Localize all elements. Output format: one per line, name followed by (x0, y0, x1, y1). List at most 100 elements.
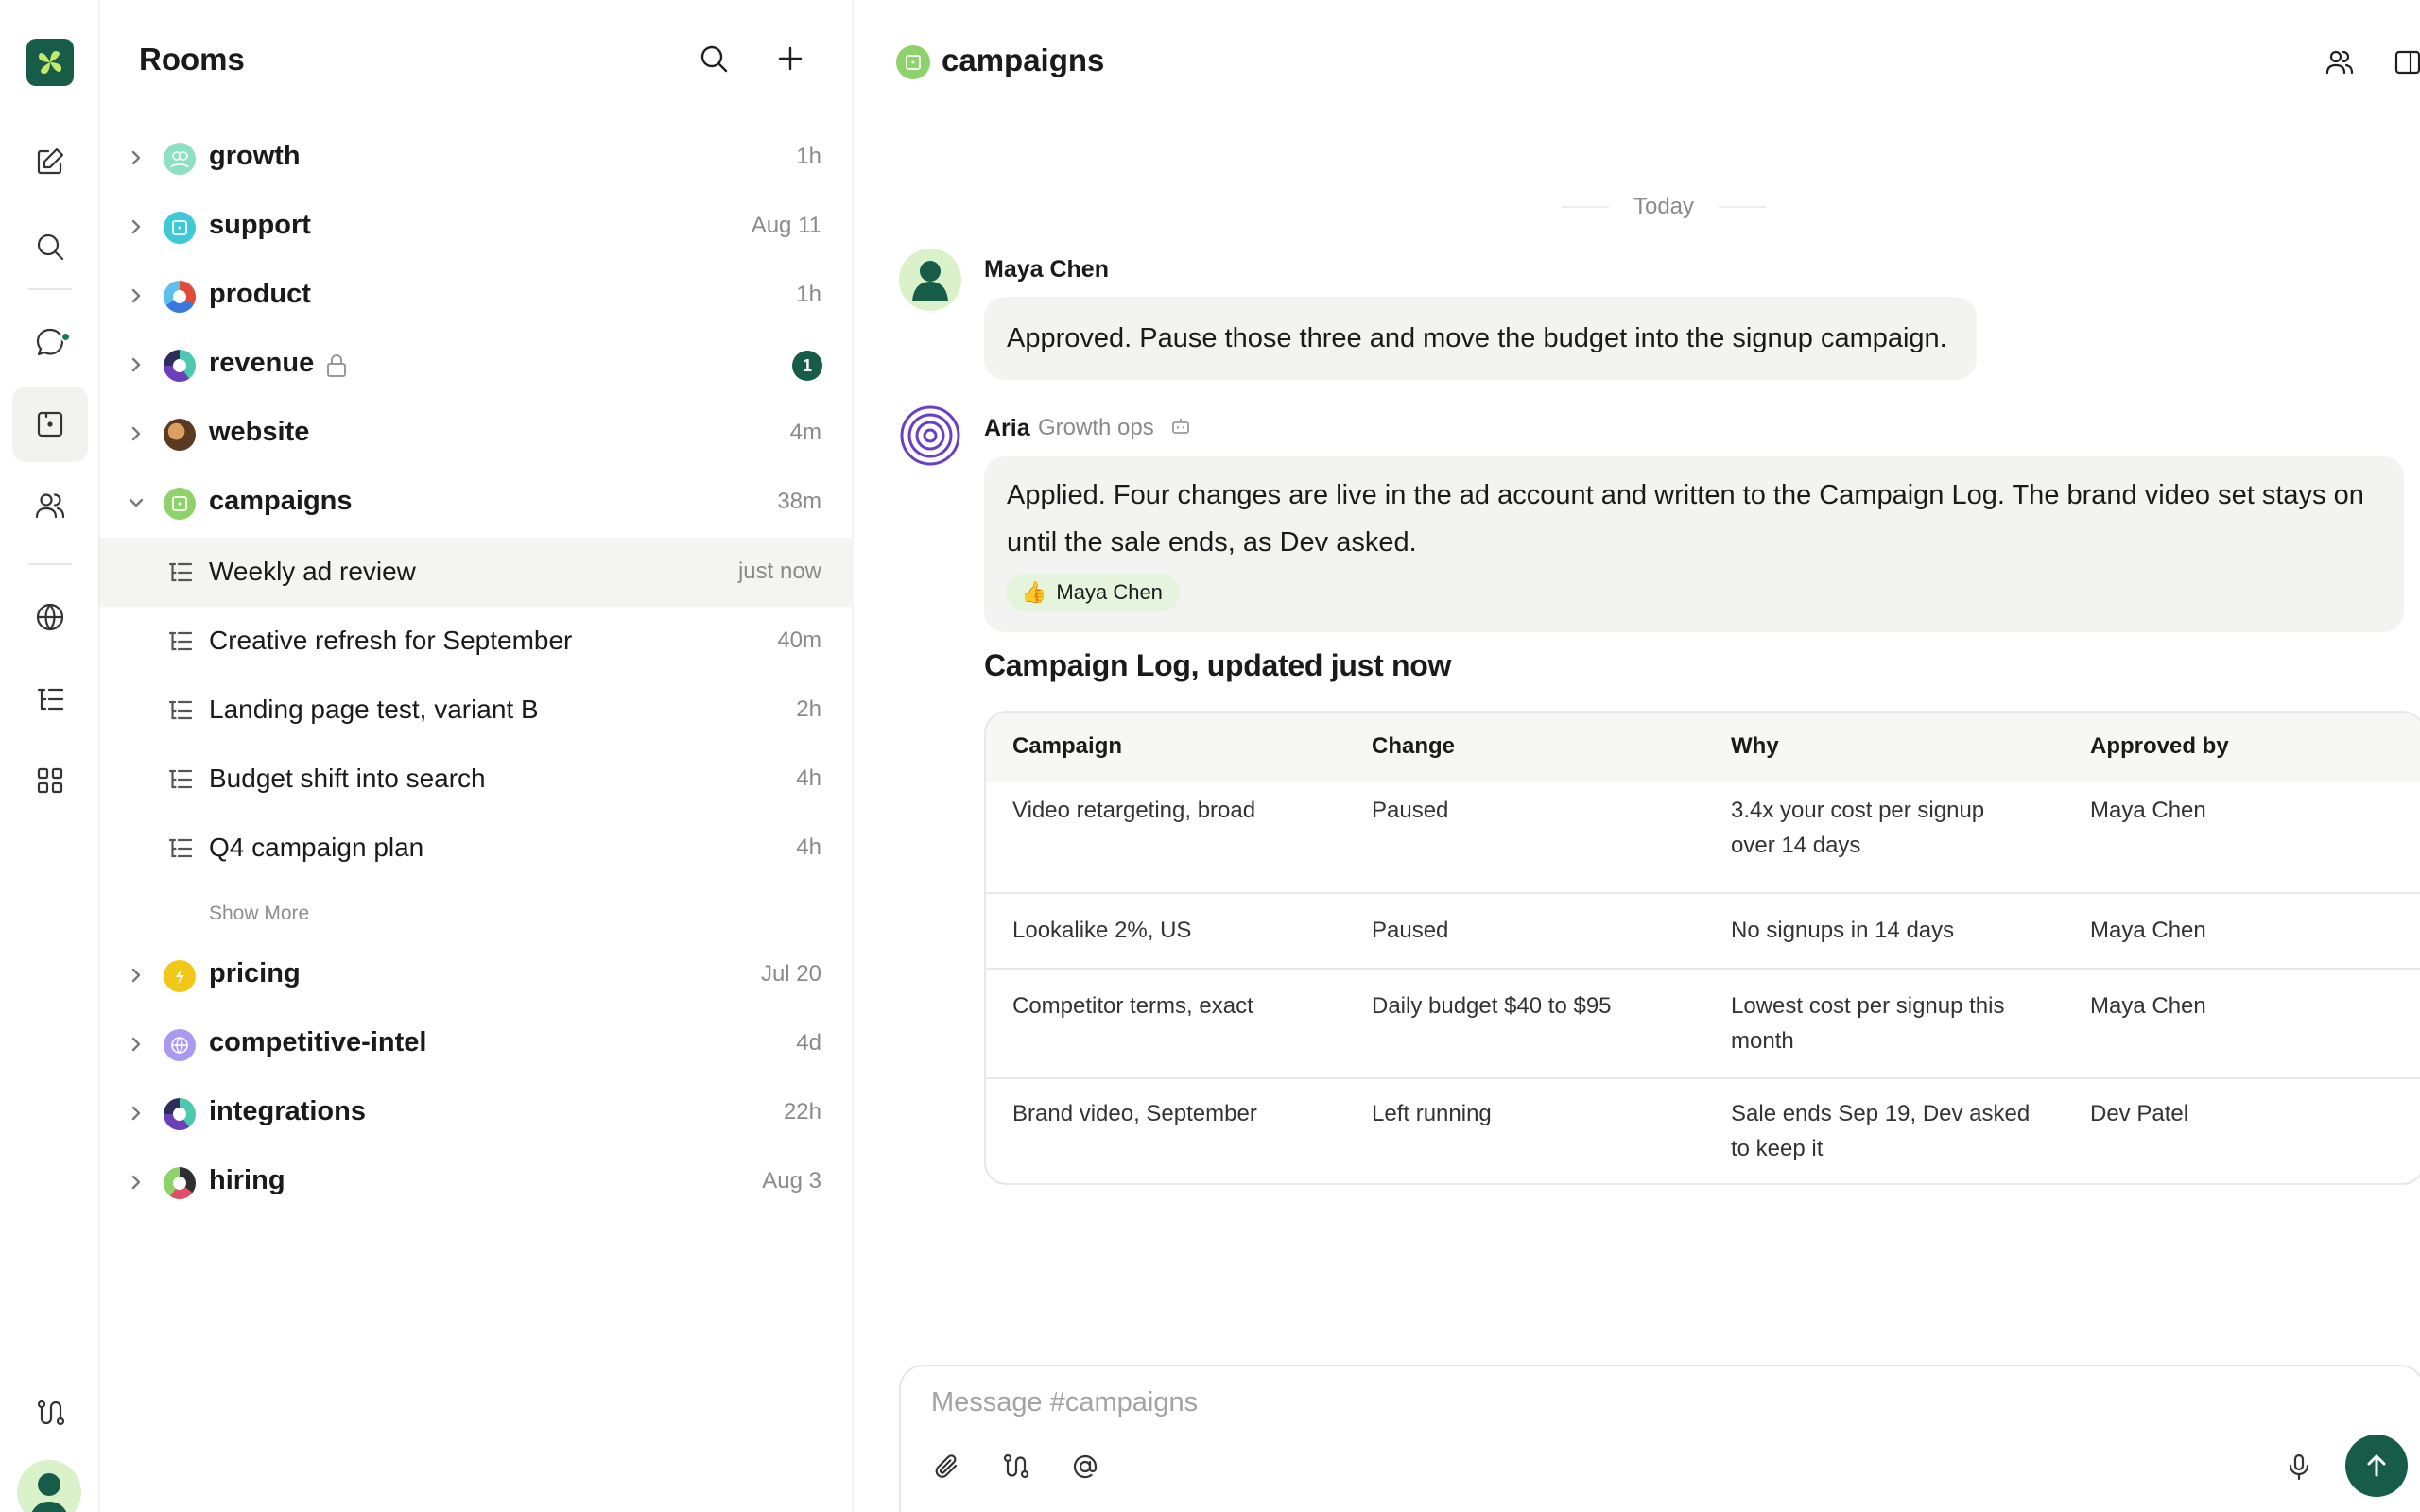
room-time: 4m (789, 420, 821, 445)
thread-item[interactable]: Landing page test, variant B 2h (100, 676, 854, 745)
chevron-down-icon[interactable] (125, 491, 147, 514)
grid-icon (37, 767, 63, 794)
chevron-right-icon[interactable] (125, 1171, 147, 1194)
members-button[interactable] (2321, 43, 2359, 81)
people-icon (2325, 50, 2354, 75)
compose-button[interactable] (12, 124, 88, 199)
show-more-link[interactable]: Show More (209, 902, 309, 925)
thread-name: Budget shift into search (209, 764, 486, 793)
room-hiring[interactable]: hiring Aug 3 (100, 1148, 854, 1217)
room-growth[interactable]: growth 1h (100, 124, 854, 193)
compose-icon (37, 147, 64, 175)
room-support[interactable]: support Aug 11 (100, 193, 854, 262)
attach-button[interactable] (927, 1448, 965, 1486)
workflows-button[interactable] (12, 1375, 88, 1451)
room-avatar-icon (164, 281, 196, 313)
campaign-log-table: Campaign Change Why Approved by Video re… (984, 711, 2420, 1185)
room-website[interactable]: website 4m (100, 400, 854, 469)
lock-icon (325, 353, 348, 378)
rooms-button[interactable] (12, 387, 88, 462)
chevron-right-icon[interactable] (125, 1033, 147, 1056)
room-time: 1h (796, 282, 821, 307)
mention-button[interactable] (1066, 1448, 1104, 1486)
workflow-icon (37, 1400, 65, 1426)
rail-divider (28, 288, 72, 290)
thread-item[interactable]: Budget shift into search 4h (100, 745, 854, 814)
room-avatar-icon (164, 1098, 196, 1130)
side-panel-icon (2394, 50, 2420, 75)
chevron-right-icon[interactable] (125, 964, 147, 987)
flower-logo-icon (39, 51, 61, 74)
workflow-icon (1003, 1453, 1029, 1479)
chevron-right-icon[interactable] (125, 284, 147, 307)
rooms-search-button[interactable] (695, 40, 733, 77)
people-button[interactable] (12, 468, 88, 543)
room-avatar-icon (164, 143, 196, 175)
thread-item[interactable]: Creative refresh for September 40m (100, 607, 854, 676)
chevron-right-icon[interactable] (125, 353, 147, 376)
cell-campaign: Lookalike 2%, US (1012, 918, 1192, 943)
message-author[interactable]: Maya Chen (984, 256, 1109, 284)
cell-approved: Maya Chen (2090, 918, 2206, 943)
room-avatar-icon (164, 212, 196, 244)
at-sign-icon (1073, 1454, 1098, 1479)
cell-why: Lowest cost per signup this (1731, 993, 2005, 1019)
room-competitive-intel[interactable]: competitive-intel 4d (100, 1010, 854, 1079)
message-input[interactable]: Message #campaigns (931, 1387, 1198, 1418)
workflow-button[interactable] (997, 1448, 1035, 1486)
day-separator: Today (1550, 193, 1777, 221)
room-campaigns[interactable]: campaigns 38m (100, 469, 854, 538)
room-name: support (209, 210, 311, 240)
room-time: 4d (796, 1030, 821, 1056)
cell-change: Left running (1372, 1101, 1492, 1126)
chevron-right-icon[interactable] (125, 146, 147, 169)
room-name: competitive-intel (209, 1027, 427, 1057)
cell-why: month (1731, 1028, 1794, 1054)
chevron-right-icon[interactable] (125, 1102, 147, 1125)
send-button[interactable] (2345, 1435, 2408, 1497)
maya-avatar[interactable] (899, 249, 961, 311)
cell-approved: Maya Chen (2090, 993, 2206, 1019)
cell-change: Paused (1372, 918, 1449, 943)
table-row: Lookalike 2%, US Paused No signups in 14… (986, 892, 2420, 968)
toggle-panel-button[interactable] (2389, 43, 2420, 81)
voice-button[interactable] (2280, 1448, 2318, 1486)
chevron-right-icon[interactable] (125, 422, 147, 445)
message-composer[interactable]: Message #campaigns (899, 1365, 2420, 1512)
reaction-chip[interactable]: 👍 Maya Chen (1006, 574, 1180, 611)
room-name: revenue (209, 348, 315, 378)
thread-item[interactable]: Q4 campaign plan 4h (100, 814, 854, 883)
chats-button[interactable] (12, 304, 88, 380)
thread-name: Landing page test, variant B (209, 695, 539, 724)
threads-button[interactable] (12, 662, 88, 737)
room-pricing[interactable]: pricing Jul 20 (100, 941, 854, 1010)
cell-why: Sale ends Sep 19, Dev asked (1731, 1101, 2031, 1126)
plus-icon (778, 46, 803, 71)
bot-icon (1172, 419, 1189, 434)
add-room-button[interactable] (771, 40, 809, 77)
aria-avatar[interactable] (899, 404, 961, 467)
search-button[interactable] (12, 209, 88, 284)
web-button[interactable] (12, 579, 88, 655)
thread-name: Weekly ad review (209, 557, 416, 586)
chevron-right-icon[interactable] (125, 215, 147, 238)
room-avatar-icon (164, 1029, 196, 1061)
message-author[interactable]: Aria (984, 415, 1030, 442)
thread-icon (167, 836, 194, 861)
room-product[interactable]: product 1h (100, 262, 854, 331)
room-avatar-icon (164, 960, 196, 992)
room-revenue[interactable]: revenue 1 (100, 331, 854, 400)
app-logo[interactable] (26, 39, 74, 86)
search-icon (700, 45, 728, 73)
thread-icon (167, 629, 194, 654)
thread-time: just now (737, 558, 821, 584)
apps-button[interactable] (12, 743, 88, 818)
thread-item-active[interactable]: Weekly ad review just now (100, 538, 854, 607)
room-integrations[interactable]: integrations 22h (100, 1079, 854, 1148)
user-avatar[interactable] (17, 1460, 81, 1512)
table-row: Brand video, September Left running Sale… (986, 1077, 2420, 1183)
paperclip-icon (935, 1454, 958, 1478)
rooms-sidebar: Rooms growth 1h support Aug 11 product 1… (100, 0, 854, 1512)
app-rail (0, 0, 100, 1512)
people-icon (35, 493, 65, 519)
